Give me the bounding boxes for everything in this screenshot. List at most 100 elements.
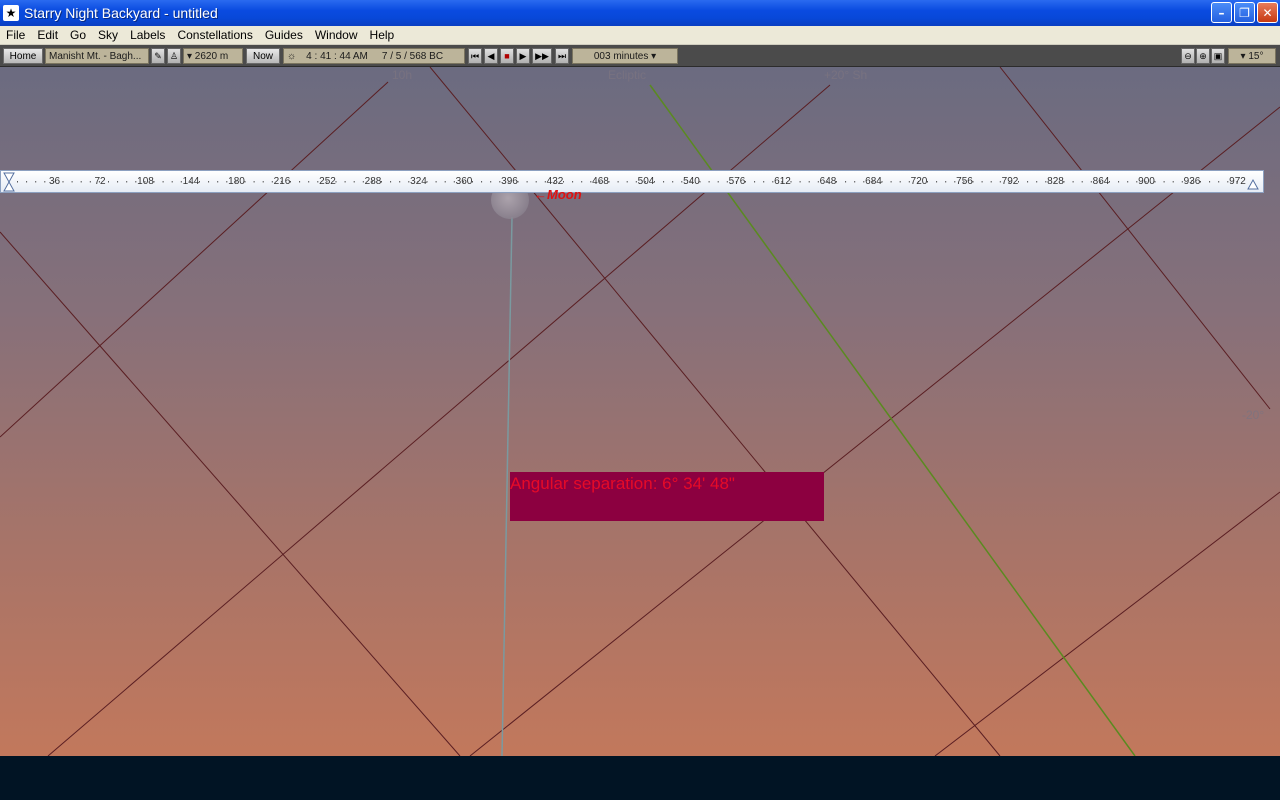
ruler-minor-tick <box>253 181 255 183</box>
ruler-minor-tick <box>1218 181 1220 183</box>
title-bar[interactable]: ★ Starry Night Backyard - untitled – ❐ ✕ <box>0 0 1280 26</box>
ruler-tick-label: 36 <box>48 176 61 187</box>
ruler-minor-tick <box>180 181 182 183</box>
date-field[interactable]: 7 / 5 / 568 BC <box>382 51 443 62</box>
ruler-tick-label: 72 <box>94 176 106 187</box>
home-button[interactable]: Home <box>3 48 43 64</box>
ruler-minor-tick <box>353 181 355 183</box>
play-backward-button[interactable]: ◀ <box>484 48 498 64</box>
ruler-minor-tick <box>344 181 346 183</box>
ruler-start-handle <box>3 180 15 192</box>
ruler-minor-tick <box>754 181 756 183</box>
minimize-button[interactable]: – <box>1211 2 1232 23</box>
step-forward-button[interactable]: ⏭ <box>555 48 569 64</box>
ruler-minor-tick <box>854 181 856 183</box>
ruler-minor-tick <box>117 181 119 183</box>
rewind-to-start-button[interactable]: ⏮ <box>468 48 482 64</box>
ruler-tick-label: 180 <box>228 176 245 187</box>
ecliptic-label: Ecliptic <box>608 68 647 82</box>
menu-go[interactable]: Go <box>64 28 92 42</box>
ruler-minor-tick <box>108 181 109 183</box>
ruler-minor-tick <box>162 181 164 183</box>
step-rate-dropdown[interactable]: 003 minutes ▾ <box>572 48 678 64</box>
ruler-minor-tick <box>1090 181 1092 183</box>
ruler-tick-label: 108 <box>137 176 154 187</box>
zoom-out-button[interactable]: ⊖ <box>1181 48 1195 64</box>
observer-icon[interactable]: ♙ <box>167 48 181 64</box>
sky-view[interactable]: 10h Ecliptic +20° Sh -20° 36 72 108 144 180 2… <box>0 67 1280 756</box>
ruler-minor-tick <box>544 181 546 183</box>
ruler-minor-tick <box>681 181 683 183</box>
grid-line <box>0 231 461 756</box>
ruler-minor-tick <box>71 181 73 183</box>
ruler-minor-tick <box>526 181 528 183</box>
ruler-minor-tick <box>581 181 583 183</box>
ruler-minor-tick <box>89 181 91 183</box>
ruler-minor-tick <box>1163 181 1165 183</box>
ruler-minor-tick <box>1118 181 1120 183</box>
ruler-tick-label: 972 <box>1229 176 1246 187</box>
ruler-tick-label: 612 <box>774 176 791 187</box>
ruler-minor-tick <box>936 181 938 183</box>
time-date-field[interactable]: ☼ 4 : 41 : 44 AM 7 / 5 / 568 BC <box>283 48 465 64</box>
ruler-tick-label: 576 <box>728 176 746 187</box>
time-field[interactable]: 4 : 41 : 44 AM <box>306 51 368 62</box>
menu-file[interactable]: File <box>0 28 31 42</box>
ruler-minor-tick <box>390 181 392 183</box>
now-button[interactable]: Now <box>246 48 280 64</box>
play-forward-button[interactable]: ▶ <box>516 48 530 64</box>
ruler-minor-tick <box>1136 181 1138 183</box>
ruler-minor-tick <box>1127 181 1129 183</box>
ruler-minor-tick <box>763 181 765 183</box>
angular-ruler[interactable]: 36 72 108 144 180 216 252 288 324 360 396 432 468 504… <box>0 170 1264 193</box>
menu-labels[interactable]: Labels <box>124 28 171 42</box>
ruler-minor-tick <box>990 181 992 183</box>
ruler-minor-tick <box>435 181 437 183</box>
menu-edit[interactable]: Edit <box>31 28 64 42</box>
close-button[interactable]: ✕ <box>1257 2 1278 23</box>
ruler-tick-label: 936 <box>1183 176 1201 187</box>
ruler-minor-tick <box>126 181 128 183</box>
grid-line <box>469 106 1280 756</box>
ruler-tick-label: 288 <box>364 176 382 187</box>
menu-window[interactable]: Window <box>309 28 364 42</box>
menu-sky[interactable]: Sky <box>92 28 124 42</box>
maximize-button[interactable]: ❐ <box>1234 2 1255 23</box>
zoom-fit-button[interactable]: ▣ <box>1211 48 1225 64</box>
ruler-minor-tick <box>717 181 719 183</box>
ruler-minor-tick <box>635 181 637 183</box>
ruler-minor-tick <box>1172 181 1174 183</box>
menu-help[interactable]: Help <box>364 28 401 42</box>
ruler-minor-tick <box>408 181 410 183</box>
ruler-minor-tick <box>890 181 892 183</box>
elevation-field[interactable]: ▾ 2620 m <box>183 48 243 64</box>
ruler-minor-tick <box>44 181 46 183</box>
ruler-minor-tick <box>1227 181 1229 183</box>
menu-bar: File Edit Go Sky Labels Constellations G… <box>0 26 1280 45</box>
ruler-minor-tick <box>171 181 173 183</box>
grid-line <box>0 81 389 438</box>
ruler-minor-tick <box>1209 181 1211 183</box>
moon-label: ←Moon <box>534 187 582 202</box>
ruler-minor-tick <box>135 181 137 183</box>
window-controls: – ❐ ✕ <box>1211 2 1278 23</box>
fast-forward-button[interactable]: ▶▶ <box>532 48 552 64</box>
menu-guides[interactable]: Guides <box>259 28 309 42</box>
ruler-tick-label: 216 <box>273 176 291 187</box>
ruler-minor-tick <box>863 181 865 183</box>
edit-location-icon[interactable]: ✎ <box>151 48 165 64</box>
ruler-minor-tick <box>626 181 628 183</box>
ruler-minor-tick <box>945 181 947 183</box>
ruler-minor-tick <box>954 181 956 183</box>
menu-constellations[interactable]: Constellations <box>171 28 258 42</box>
ruler-minor-tick <box>535 181 537 183</box>
app-window: ★ Starry Night Backyard - untitled – ❐ ✕… <box>0 0 1280 800</box>
stop-button[interactable]: ■ <box>500 48 514 64</box>
location-field[interactable]: Manisht Mt. - Bagh... <box>45 48 149 64</box>
telescope-app-icon[interactable]: ★ <box>3 5 19 21</box>
ruler-tick-label: 504 <box>637 176 655 187</box>
ruler-tick-label: 828 <box>1047 176 1064 187</box>
field-of-view-dropdown[interactable]: ▾ 15° <box>1228 48 1276 64</box>
ruler-minor-tick <box>26 181 28 183</box>
zoom-in-button[interactable]: ⊕ <box>1196 48 1210 64</box>
